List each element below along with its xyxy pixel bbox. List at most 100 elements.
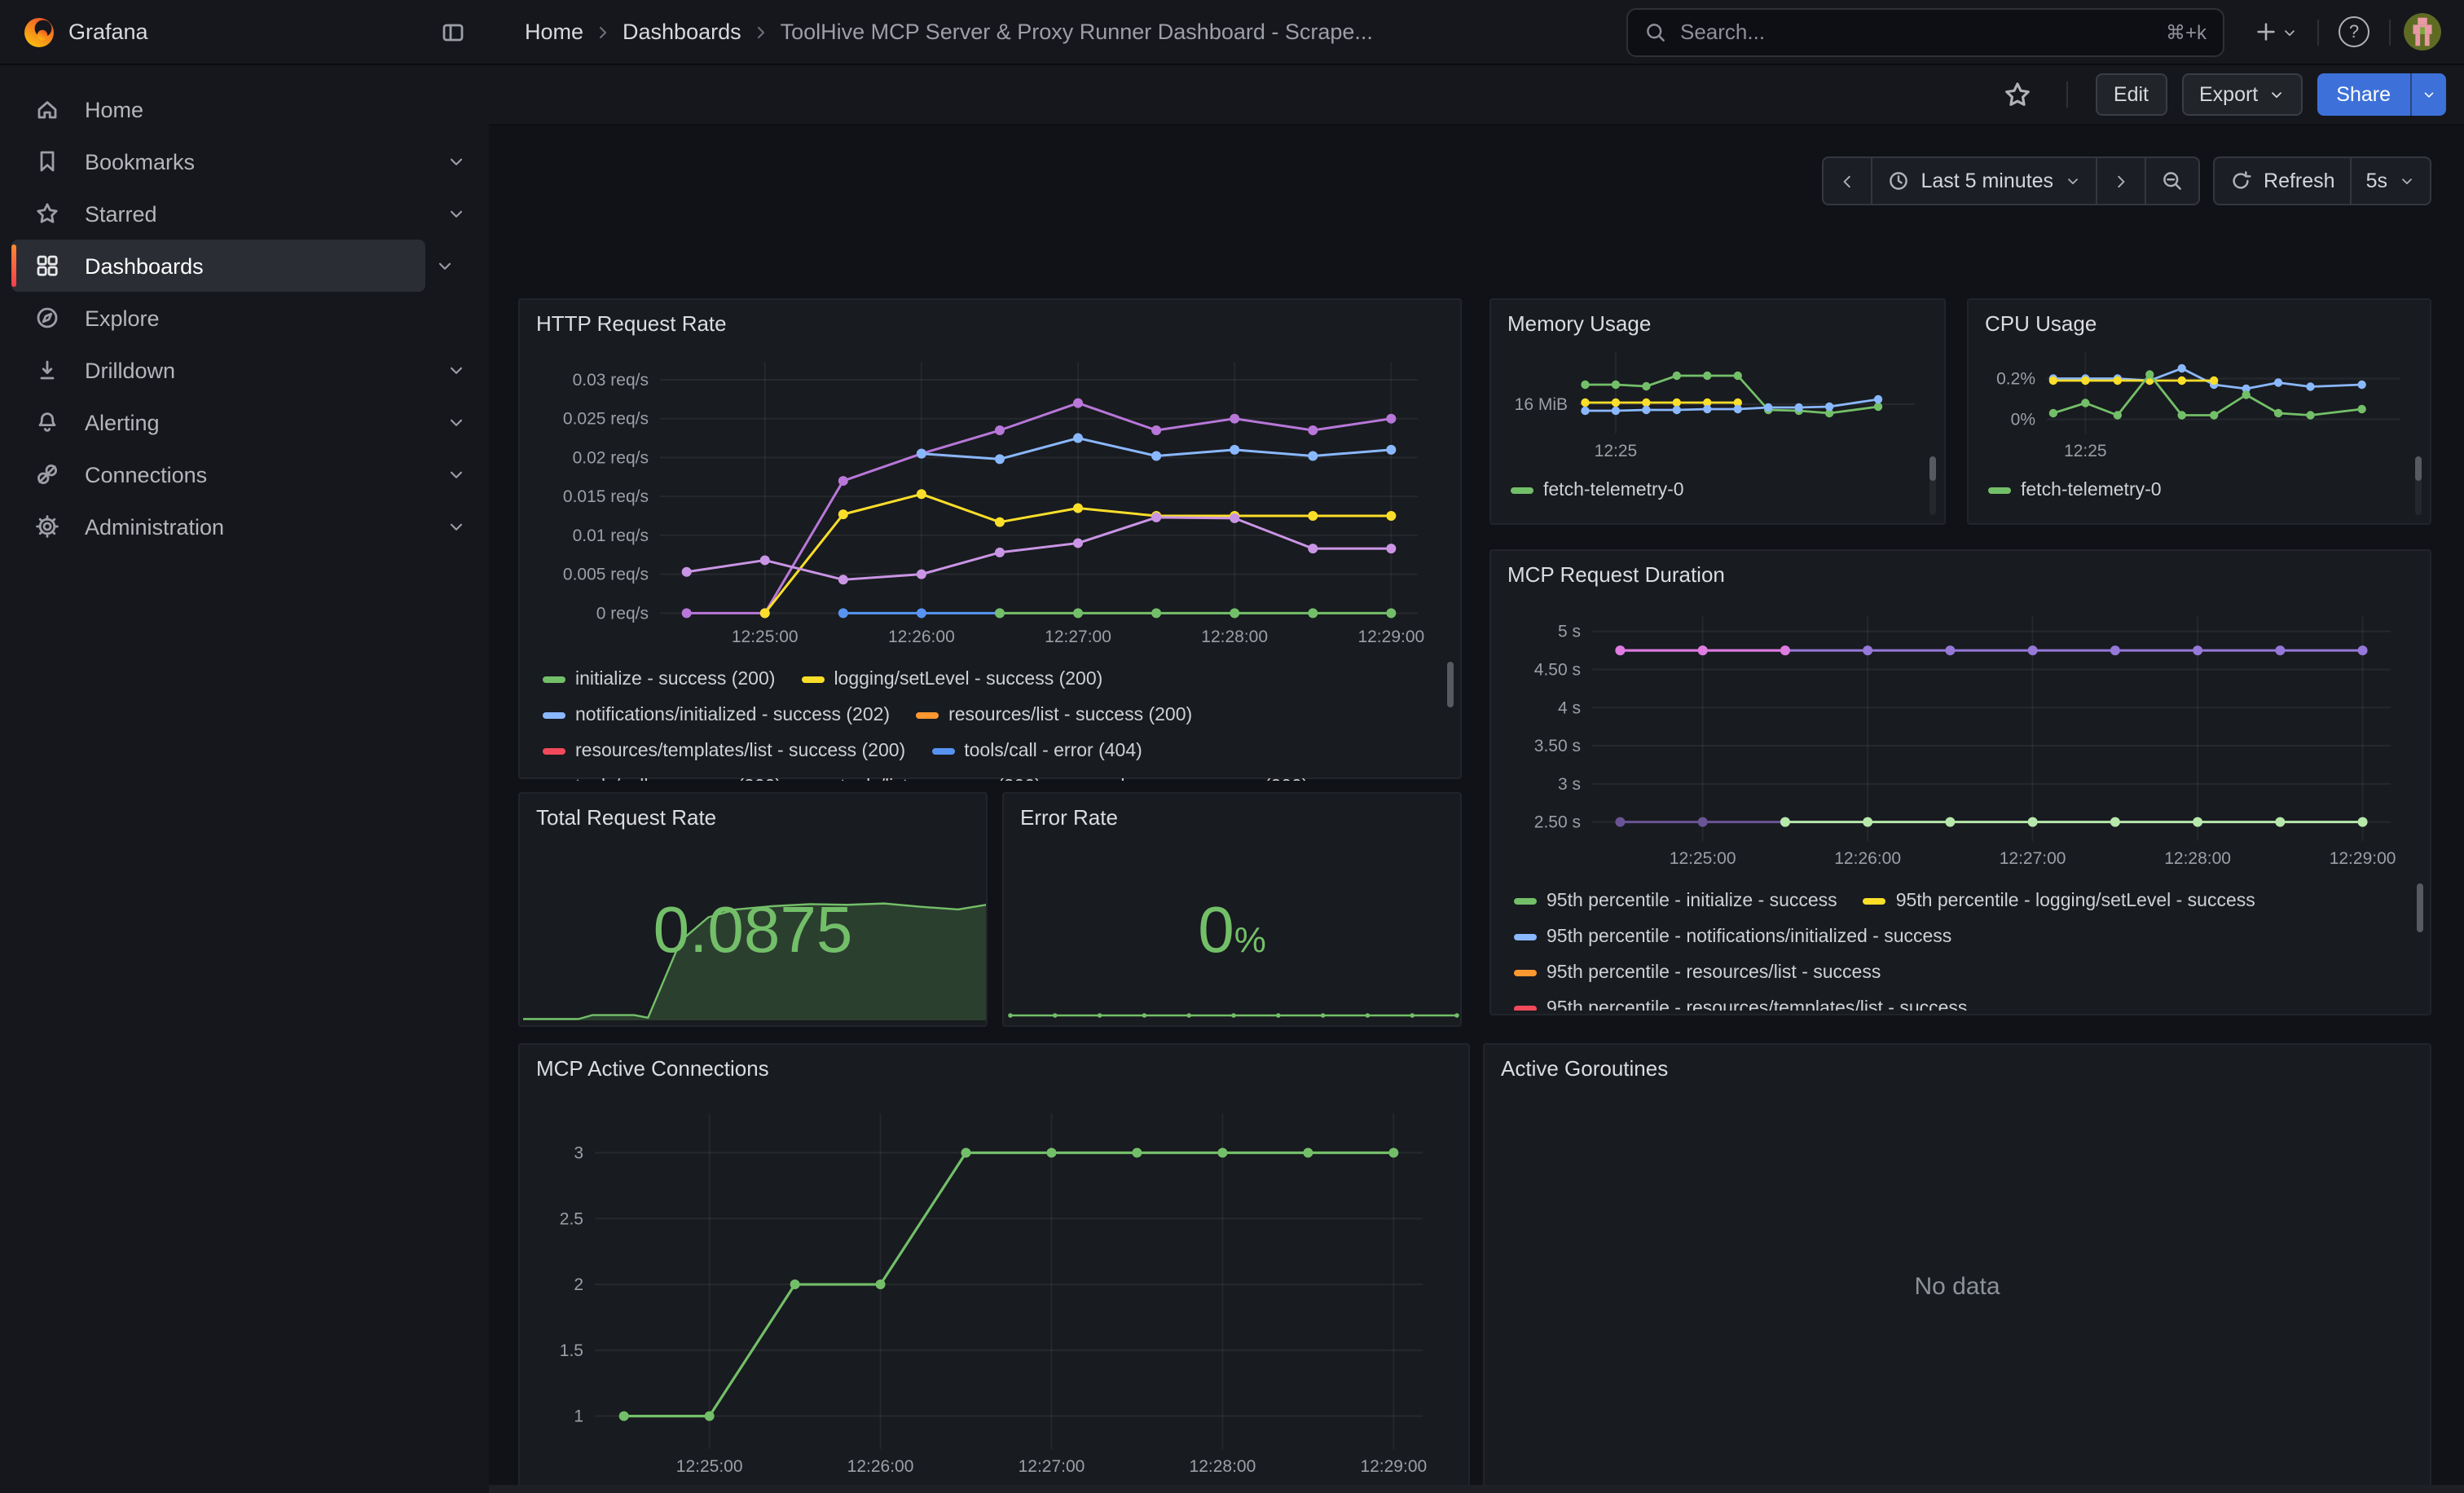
legend-item[interactable]: resources/list - success (200) xyxy=(916,706,1192,725)
breadcrumb-home[interactable]: Home xyxy=(525,20,583,44)
zoom-out-button[interactable] xyxy=(2145,156,2200,205)
legend-swatch xyxy=(1514,934,1537,940)
legend-item[interactable]: 95th percentile - logging/setLevel - suc… xyxy=(1863,892,2255,911)
svg-text:1: 1 xyxy=(574,1407,583,1426)
panel-title[interactable]: CPU Usage xyxy=(1985,311,2097,336)
legend-swatch xyxy=(543,748,565,755)
legend-item[interactable]: fetch-telemetry-0 xyxy=(1511,481,1684,500)
panel-title[interactable]: MCP Active Connections xyxy=(536,1056,769,1081)
edit-button[interactable]: Edit xyxy=(2096,73,2167,115)
legend-item[interactable]: fetch-telemetry-0 xyxy=(1988,481,2162,500)
error-rate-sparkline[interactable] xyxy=(1007,996,1460,1022)
svg-text:12:27:00: 12:27:00 xyxy=(1045,628,1111,646)
breadcrumb-dashboards[interactable]: Dashboards xyxy=(623,20,741,44)
panel-active-goroutines: Active Goroutines No data xyxy=(1483,1043,2431,1493)
divider xyxy=(2389,19,2391,45)
legend-scrollbar[interactable] xyxy=(1447,662,1454,707)
chevron-down-icon[interactable] xyxy=(447,204,466,223)
svg-text:12:29:00: 12:29:00 xyxy=(1357,628,1424,646)
chevron-down-icon[interactable] xyxy=(435,256,455,275)
legend-item[interactable]: tools/list - success (200) xyxy=(807,777,1041,781)
chevron-down-icon[interactable] xyxy=(447,412,466,432)
panel-title[interactable]: HTTP Request Rate xyxy=(536,311,727,336)
chevron-down-icon xyxy=(2268,86,2284,102)
add-button[interactable] xyxy=(2247,13,2304,51)
grafana-logo-icon[interactable] xyxy=(23,15,55,48)
chevron-down-icon[interactable] xyxy=(447,465,466,484)
no-data-message: No data xyxy=(1485,1273,2430,1301)
search-placeholder: Search... xyxy=(1680,20,2153,44)
refresh-button[interactable]: Refresh xyxy=(2213,156,2352,205)
chevron-down-icon[interactable] xyxy=(447,360,466,380)
gear-icon xyxy=(34,513,60,540)
http-request-rate-legend: initialize - success (200) logging/setLe… xyxy=(543,662,1431,781)
favorite-star-icon[interactable] xyxy=(1996,73,2039,115)
sidebar-item-explore[interactable]: Explore xyxy=(11,292,479,344)
user-avatar[interactable] xyxy=(2404,13,2441,51)
chevron-right-icon xyxy=(2112,172,2130,190)
chevron-down-icon xyxy=(2281,24,2298,40)
svg-text:12:25:00: 12:25:00 xyxy=(1670,849,1736,868)
legend-item[interactable]: 95th percentile - resources/templates/li… xyxy=(1514,999,1967,1011)
sidebar-item-alerting[interactable]: Alerting xyxy=(11,396,479,448)
svg-text:0 req/s: 0 req/s xyxy=(596,604,649,623)
sidebar-toggle-icon[interactable] xyxy=(437,15,469,48)
search-icon xyxy=(1644,20,1667,43)
mcp-active-connections-chart[interactable]: 12:25:0012:26:0012:27:0012:28:0012:29:00… xyxy=(539,1094,1452,1491)
legend-item[interactable]: 95th percentile - notifications/initiali… xyxy=(1514,927,1951,947)
time-range-group: Last 5 minutes xyxy=(1821,156,2200,205)
breadcrumb-current-dashboard[interactable]: ToolHive MCP Server & Proxy Runner Dashb… xyxy=(781,20,1373,44)
legend-item[interactable]: tools/call - error (404) xyxy=(931,742,1142,761)
cpu-usage-chart[interactable]: 12:250.2%0% xyxy=(1985,342,2410,460)
sidebar-item-home[interactable]: Home xyxy=(11,83,479,135)
legend-item[interactable]: resources/templates/list - success (200) xyxy=(543,742,905,761)
sidebar-item-dashboards[interactable]: Dashboards xyxy=(11,240,425,292)
http-request-rate-chart[interactable]: 12:25:0012:26:0012:27:0012:28:0012:29:00… xyxy=(539,349,1444,652)
search-input[interactable]: Search... ⌘+k xyxy=(1626,7,2224,56)
legend-scrollbar[interactable] xyxy=(1929,456,1936,481)
time-range-picker[interactable]: Last 5 minutes xyxy=(1870,156,2097,205)
legend-swatch xyxy=(1511,487,1533,494)
legend-item[interactable]: initialize - success (200) xyxy=(543,670,775,689)
legend-swatch xyxy=(931,748,954,755)
sidebar-item-connections[interactable]: Connections xyxy=(11,448,479,500)
legend-item[interactable]: 95th percentile - initialize - success xyxy=(1514,892,1837,911)
total-request-rate-value: 0.0875 xyxy=(520,895,986,967)
time-shift-forward-button[interactable] xyxy=(2096,156,2146,205)
time-shift-back-button[interactable] xyxy=(1821,156,1872,205)
sidebar-item-drilldown[interactable]: Drilldown xyxy=(11,344,479,396)
sidebar-item-bookmarks[interactable]: Bookmarks xyxy=(11,135,479,187)
share-button[interactable]: Share xyxy=(2317,73,2410,115)
help-button[interactable]: ? xyxy=(2332,10,2376,54)
panel-title[interactable]: MCP Request Duration xyxy=(1507,562,1725,587)
memory-usage-chart[interactable]: 12:2516 MiB xyxy=(1507,342,1925,460)
legend-swatch xyxy=(1514,1006,1537,1011)
panel-title[interactable]: Active Goroutines xyxy=(1501,1056,1668,1081)
chevron-down-icon[interactable] xyxy=(447,152,466,171)
mcp-request-duration-legend: 95th percentile - initialize - success 9… xyxy=(1514,883,2402,1011)
legend-item[interactable]: 95th percentile - resources/list - succe… xyxy=(1514,963,1881,983)
cpu-usage-legend: fetch-telemetry-0 xyxy=(1988,473,2379,512)
mcp-request-duration-chart[interactable]: 12:25:0012:26:0012:27:0012:28:0012:29:00… xyxy=(1511,600,2413,874)
legend-item[interactable]: unknown - success (200) xyxy=(1067,777,1309,781)
legend-item[interactable]: notifications/initialized - success (202… xyxy=(543,706,890,725)
panel-title[interactable]: Total Request Rate xyxy=(536,805,716,830)
legend-item[interactable]: logging/setLevel - success (200) xyxy=(801,670,1102,689)
svg-text:0.005 req/s: 0.005 req/s xyxy=(563,566,649,584)
panel-error-rate: Error Rate 0% xyxy=(1002,792,1462,1027)
legend-item[interactable]: tools/call - success (200) xyxy=(543,777,781,781)
chevron-down-icon[interactable] xyxy=(447,517,466,536)
legend-scrollbar[interactable] xyxy=(2415,456,2422,481)
panel-title[interactable]: Error Rate xyxy=(1020,805,1118,830)
legend-swatch xyxy=(1863,898,1886,905)
sidebar-item-administration[interactable]: Administration xyxy=(11,500,479,553)
panel-cpu-usage: CPU Usage 12:250.2%0% fetch-telemetry-0 xyxy=(1967,298,2431,525)
legend-scrollbar[interactable] xyxy=(2417,883,2423,932)
export-button[interactable]: Export xyxy=(2181,73,2302,115)
panel-title[interactable]: Memory Usage xyxy=(1507,311,1651,336)
refresh-interval-picker[interactable]: 5s xyxy=(2350,156,2431,205)
share-dropdown-button[interactable] xyxy=(2410,73,2446,115)
svg-text:12:26:00: 12:26:00 xyxy=(888,628,955,646)
svg-text:12:26:00: 12:26:00 xyxy=(1834,849,1901,868)
sidebar-item-starred[interactable]: Starred xyxy=(11,187,479,240)
